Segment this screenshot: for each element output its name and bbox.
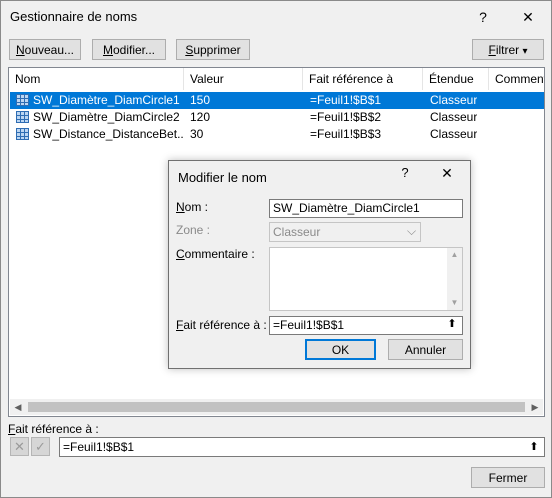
table-row[interactable]: SW_Diamètre_DiamCircle2 120 =Feuil1!$B$2…: [10, 109, 544, 126]
dialog-ref-field[interactable]: =Feuil1!$B$1: [269, 316, 463, 335]
scroll-left-icon[interactable]: ◀: [10, 399, 26, 415]
table-row[interactable]: SW_Distance_DistanceBet... 30 =Feuil1!$B…: [10, 126, 544, 143]
new-button-label: ouveau...: [24, 43, 75, 57]
range-name-icon: [16, 111, 29, 123]
confirm-edit-icon[interactable]: ✓: [31, 437, 50, 456]
help-button[interactable]: ?: [469, 5, 497, 29]
comment-label-mnemonic: C: [176, 247, 185, 261]
delete-button-label: upprimer: [193, 43, 241, 57]
collapse-dialog-icon[interactable]: ⬆: [442, 316, 462, 333]
horizontal-scrollbar[interactable]: ◀ ▶: [10, 399, 543, 415]
name-label: Nom :: [176, 200, 208, 214]
row-ref: =Feuil1!$B$2: [310, 110, 382, 124]
column-header-name[interactable]: Nom: [9, 68, 184, 90]
filter-button[interactable]: Filtrer ▾: [472, 39, 544, 60]
cancel-edit-icon[interactable]: ✕: [10, 437, 29, 456]
new-button[interactable]: Nouveau...: [9, 39, 81, 60]
comment-label-text: ommentaire :: [184, 247, 255, 261]
row-name: SW_Distance_DistanceBet...: [33, 127, 183, 141]
row-scope: Classeur: [430, 93, 478, 107]
column-header-scope[interactable]: Étendue: [423, 68, 489, 90]
scope-label: Zone :: [176, 223, 211, 237]
dialog-ref-value: =Feuil1!$B$1: [273, 318, 345, 332]
new-button-mnemonic: N: [15, 43, 25, 57]
name-input-value: SW_Diamètre_DiamCircle1: [273, 201, 420, 215]
dialog-title: Modifier le nom: [178, 170, 267, 185]
row-ref: =Feuil1!$B$3: [310, 127, 382, 141]
bottom-ref-label: Fait référence à :: [8, 422, 99, 436]
ok-button[interactable]: OK: [305, 339, 376, 360]
filter-button-label: iltrer: [495, 43, 520, 57]
scroll-down-icon[interactable]: ▼: [447, 296, 462, 310]
row-scope: Classeur: [430, 110, 478, 124]
row-value: 30: [190, 127, 204, 141]
edit-name-dialog: Modifier le nom ? ✕ Nom : SW_Diamètre_Di…: [168, 160, 471, 369]
table-row[interactable]: SW_Diamètre_DiamCircle1 150 =Feuil1!$B$1…: [10, 92, 544, 109]
dialog-ref-label: Fait référence à :: [176, 318, 267, 332]
edit-button-label: odifier...: [112, 43, 156, 57]
row-value: 150: [190, 93, 211, 107]
scope-select-value: Classeur: [273, 225, 321, 239]
window-title: Gestionnaire de noms: [10, 9, 138, 24]
close-button[interactable]: Fermer: [471, 467, 545, 488]
close-window-button[interactable]: ✕: [514, 5, 542, 29]
dialog-ref-label-text: ait référence à :: [183, 318, 267, 332]
edit-button[interactable]: Modifier...: [92, 39, 166, 60]
name-label-mnemonic: N: [176, 200, 185, 214]
bottom-ref-label-text: ait référence à :: [15, 422, 99, 436]
bottom-ref-field[interactable]: =Feuil1!$B$1: [59, 437, 545, 457]
row-scope: Classeur: [430, 127, 478, 141]
name-input[interactable]: SW_Diamètre_DiamCircle1: [269, 199, 463, 218]
column-header-comment[interactable]: Comment: [489, 68, 544, 90]
scroll-right-icon[interactable]: ▶: [527, 399, 543, 415]
chevron-down-icon: ▾: [522, 46, 528, 57]
row-ref: =Feuil1!$B$1: [310, 93, 382, 107]
range-name-icon: [16, 94, 29, 106]
column-header-refers-to[interactable]: Fait référence à: [303, 68, 423, 90]
row-name: SW_Diamètre_DiamCircle2: [33, 110, 180, 124]
delete-button[interactable]: Supprimer: [176, 39, 250, 60]
chevron-down-icon: ⌵: [406, 224, 417, 238]
scope-select: Classeur: [269, 222, 421, 242]
collapse-dialog-icon[interactable]: ⬆: [524, 438, 544, 456]
dialog-close-button[interactable]: ✕: [437, 165, 457, 182]
comment-label: Commentaire :: [176, 247, 255, 261]
row-value: 120: [190, 110, 211, 124]
edit-button-mnemonic: M: [102, 43, 113, 57]
name-label-text: om :: [184, 200, 209, 214]
scroll-up-icon[interactable]: ▲: [447, 248, 462, 262]
comment-scrollbar[interactable]: ▲ ▼: [447, 248, 462, 310]
bottom-ref-value: =Feuil1!$B$1: [63, 440, 135, 454]
filter-button-mnemonic: F: [488, 43, 496, 57]
comment-textarea[interactable]: ▲ ▼: [269, 247, 463, 311]
column-header-value[interactable]: Valeur: [184, 68, 303, 90]
cancel-button[interactable]: Annuler: [388, 339, 463, 360]
row-name: SW_Diamètre_DiamCircle1: [33, 93, 180, 107]
range-name-icon: [16, 128, 29, 140]
dialog-help-button[interactable]: ?: [395, 165, 415, 180]
scrollbar-thumb[interactable]: [28, 402, 525, 412]
